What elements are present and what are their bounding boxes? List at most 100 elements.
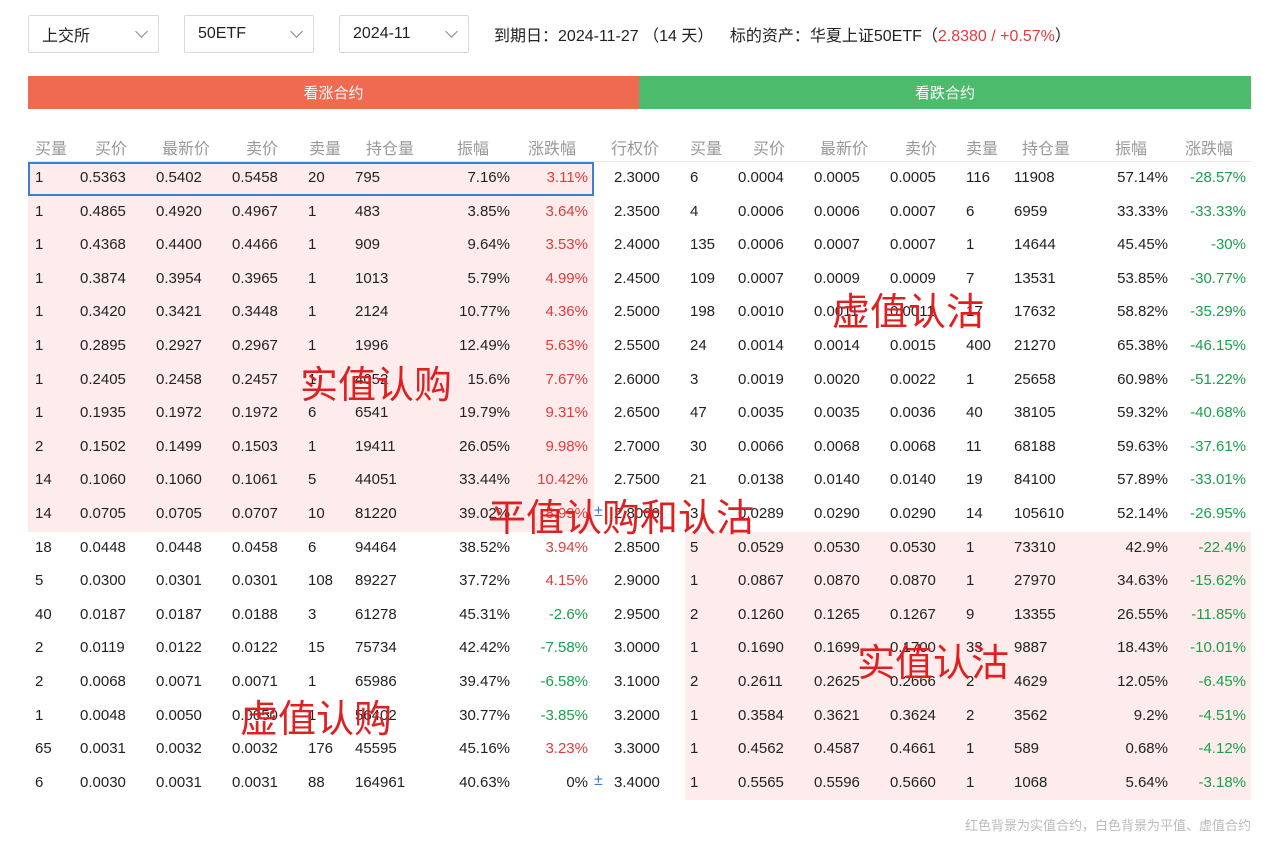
put-change-pct-cell[interactable]: -30% [1173,236,1246,253]
strike-price-cell[interactable]: 2.7000 [614,438,660,455]
put-bid-price-cell[interactable]: 0.0006 [738,236,784,253]
call-ask-size-cell[interactable]: 10 [308,505,325,522]
strike-price-cell[interactable]: 2.8500 [614,539,660,556]
put-amplitude-cell[interactable]: 12.05% [1096,673,1168,690]
put-open-interest-cell[interactable]: 68188 [1014,438,1056,455]
call-change-pct-cell[interactable]: 3.11% [516,169,588,186]
call-col-header-change-pct[interactable]: 涨跌幅 [528,135,576,159]
call-bid-size-cell[interactable]: 1 [35,303,43,320]
call-bid-size-cell[interactable]: 1 [35,371,43,388]
call-open-interest-cell[interactable]: 75734 [355,639,397,656]
put-ask-size-cell[interactable]: 7 [966,270,974,287]
call-ask-price-cell[interactable]: 0.1503 [232,438,278,455]
call-bid-price-cell[interactable]: 0.4368 [80,236,126,253]
strike-price-cell[interactable]: 2.6500 [614,404,660,421]
put-bid-price-cell[interactable]: 0.0867 [738,572,784,589]
put-change-pct-cell[interactable]: -46.15% [1173,337,1246,354]
call-ask-size-cell[interactable]: 20 [308,169,325,186]
table-row[interactable]: 1 0.3420 0.3421 0.3448 1 2124 10.77% 4.36% 2.500… [28,296,1251,330]
put-bid-price-cell[interactable]: 0.0019 [738,371,784,388]
call-change-pct-cell[interactable]: 3.53% [516,236,588,253]
product-select[interactable]: 50ETF [184,15,314,53]
strike-col-header[interactable]: 行权价 [611,135,659,159]
strike-price-cell[interactable]: 2.6000 [614,371,660,388]
call-change-pct-cell[interactable]: 9.98% [516,438,588,455]
call-bid-price-cell[interactable]: 0.0048 [80,707,126,724]
call-change-pct-cell[interactable]: 4.15% [516,572,588,589]
call-last-price-cell[interactable]: 0.0031 [156,774,202,791]
put-amplitude-cell[interactable]: 52.14% [1096,505,1168,522]
put-ask-size-cell[interactable]: 1 [966,236,974,253]
expand-plus-icon[interactable]: ± [594,772,603,790]
put-ask-price-cell[interactable]: 0.0015 [890,337,936,354]
put-open-interest-cell[interactable]: 1068 [1014,774,1047,791]
call-change-pct-cell[interactable]: 4.99% [516,270,588,287]
put-ask-price-cell[interactable]: 0.0005 [890,169,936,186]
put-amplitude-cell[interactable]: 59.32% [1096,404,1168,421]
put-ask-size-cell[interactable]: 1 [966,539,974,556]
call-bid-price-cell[interactable]: 0.2405 [80,371,126,388]
put-open-interest-cell[interactable]: 9887 [1014,639,1047,656]
put-bid-price-cell[interactable]: 0.2611 [738,673,783,690]
call-amplitude-cell[interactable]: 45.16% [438,740,510,757]
put-open-interest-cell[interactable]: 13355 [1014,606,1056,623]
strike-price-cell[interactable]: 2.5000 [614,303,660,320]
put-ask-size-cell[interactable]: 14 [966,505,983,522]
put-change-pct-cell[interactable]: -4.12% [1173,740,1246,757]
call-bid-size-cell[interactable]: 6 [35,774,43,791]
put-change-pct-cell[interactable]: -4.51% [1173,707,1246,724]
table-row[interactable]: 40 0.0187 0.0187 0.0188 3 61278 45.31% -2.6% 2.9… [28,598,1251,633]
call-ask-price-cell[interactable]: 0.0031 [232,774,278,791]
call-bid-price-cell[interactable]: 0.1502 [80,438,126,455]
put-amplitude-cell[interactable]: 58.82% [1096,303,1168,320]
put-ask-price-cell[interactable]: 0.0022 [890,371,936,388]
put-bid-price-cell[interactable]: 0.0006 [738,203,784,220]
put-last-price-cell[interactable]: 0.0140 [814,471,860,488]
put-amplitude-cell[interactable]: 65.38% [1096,337,1168,354]
call-last-price-cell[interactable]: 0.2458 [156,371,202,388]
table-row[interactable]: 1 0.5363 0.5402 0.5458 20 795 7.16% 3.11% 2.3000… [28,162,1251,196]
put-amplitude-cell[interactable]: 0.68% [1096,740,1168,757]
put-open-interest-cell[interactable]: 25658 [1014,371,1056,388]
put-last-price-cell[interactable]: 0.0870 [814,572,860,589]
call-change-pct-cell[interactable]: 5.63% [516,337,588,354]
call-ask-price-cell[interactable]: 0.3448 [232,303,278,320]
put-last-price-cell[interactable]: 0.1265 [814,606,860,623]
put-bid-price-cell[interactable]: 0.5565 [738,774,784,791]
table-row[interactable]: 6 0.0030 0.0031 0.0031 88 164961 40.63% 0% 3.400… [28,766,1251,801]
call-bid-size-cell[interactable]: 1 [35,404,43,421]
call-ask-size-cell[interactable]: 15 [308,639,325,656]
call-open-interest-cell[interactable]: 94464 [355,539,397,556]
call-amplitude-cell[interactable]: 42.42% [438,639,510,656]
call-ask-size-cell[interactable]: 1 [308,438,316,455]
put-change-pct-cell[interactable]: -33.01% [1173,471,1246,488]
put-ask-price-cell[interactable]: 0.0870 [890,572,936,589]
call-open-interest-cell[interactable]: 795 [355,169,380,186]
put-change-pct-cell[interactable]: -22.4% [1173,539,1246,556]
put-ask-size-cell[interactable]: 19 [966,471,983,488]
call-open-interest-cell[interactable]: 2124 [355,303,388,320]
put-open-interest-cell[interactable]: 4629 [1014,673,1047,690]
put-open-interest-cell[interactable]: 84100 [1014,471,1056,488]
put-last-price-cell[interactable]: 0.5596 [814,774,860,791]
put-amplitude-cell[interactable]: 53.85% [1096,270,1168,287]
call-bid-price-cell[interactable]: 0.1935 [80,404,126,421]
put-ask-price-cell[interactable]: 0.0009 [890,270,936,287]
call-open-interest-cell[interactable]: 1996 [355,337,388,354]
call-col-header-amplitude[interactable]: 振幅 [457,135,489,159]
call-bid-size-cell[interactable]: 1 [35,707,43,724]
put-change-pct-cell[interactable]: -15.62% [1173,572,1246,589]
call-amplitude-cell[interactable]: 7.16% [438,169,510,186]
put-ask-price-cell[interactable]: 0.1267 [890,606,936,623]
call-last-price-cell[interactable]: 0.2927 [156,337,202,354]
put-last-price-cell[interactable]: 0.1699 [814,639,860,656]
call-ask-price-cell[interactable]: 0.0458 [232,539,278,556]
call-amplitude-cell[interactable]: 3.85% [438,203,510,220]
call-bid-price-cell[interactable]: 0.0068 [80,673,126,690]
table-row[interactable]: 1 0.2895 0.2927 0.2967 1 1996 12.49% 5.63% 2.550… [28,329,1251,364]
call-ask-price-cell[interactable]: 0.0707 [232,505,278,522]
call-ask-price-cell[interactable]: 0.1972 [232,404,278,421]
put-change-pct-cell[interactable]: -6.45% [1173,673,1246,690]
call-bid-size-cell[interactable]: 65 [35,740,52,757]
call-bid-size-cell[interactable]: 1 [35,169,43,186]
